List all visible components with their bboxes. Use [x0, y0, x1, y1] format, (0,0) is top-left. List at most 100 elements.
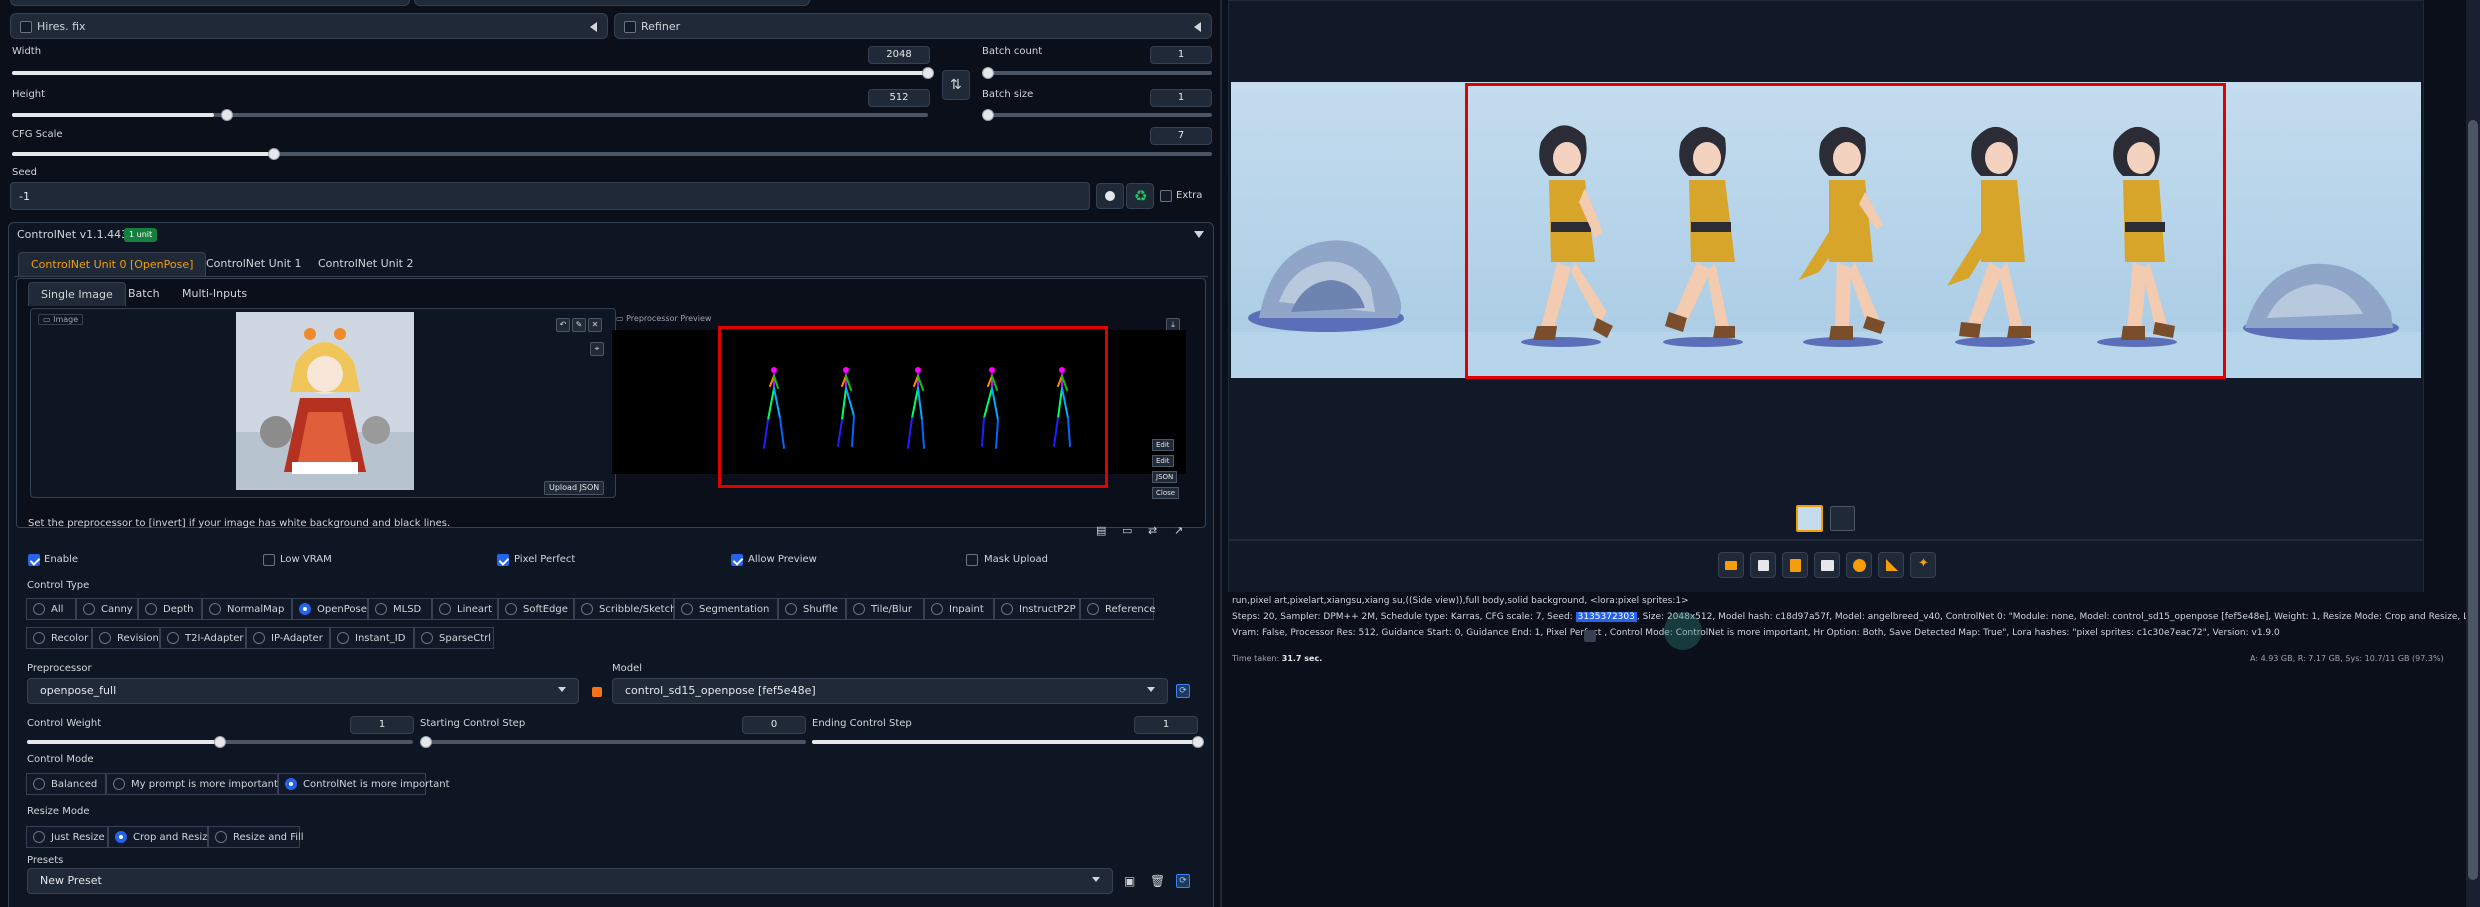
control-type-sparsectrl[interactable]: SparseCtrl [414, 627, 494, 649]
extra-seed-checkbox[interactable] [1160, 190, 1172, 202]
control-type-radio[interactable] [167, 632, 179, 644]
gallery-thumb-2[interactable] [1830, 506, 1855, 531]
height-slider[interactable] [12, 109, 928, 121]
preprocessor-select[interactable]: openpose_full [27, 678, 579, 704]
control-type-t2i-adapter[interactable]: T2I-Adapter [160, 627, 246, 649]
collapse-arrow-icon[interactable] [1194, 22, 1201, 32]
interrogate-button[interactable]: ✦ [1910, 552, 1936, 578]
tab-controlnet-unit-1[interactable]: ControlNet Unit 1 [194, 252, 313, 276]
control-type-radio[interactable] [1087, 603, 1099, 615]
batch-count-thumb[interactable] [982, 67, 994, 79]
gallery-thumb-1[interactable] [1796, 505, 1823, 532]
control-type-radio[interactable] [99, 632, 111, 644]
control-mode-my-prompt-is-more-important[interactable]: My prompt is more important [106, 773, 278, 795]
mask-upload-checkbox[interactable] [966, 554, 978, 566]
control-type-normalmap[interactable]: NormalMap [202, 598, 292, 620]
copy-icon[interactable] [1584, 630, 1596, 642]
control-mode-radio[interactable] [285, 778, 297, 790]
resize-mode-just-resize[interactable]: Just Resize [26, 826, 108, 848]
send-to-extras-button[interactable] [1878, 552, 1904, 578]
control-type-radio[interactable] [785, 603, 797, 615]
refiner-checkbox[interactable] [624, 21, 636, 33]
open-folder-button[interactable] [1718, 552, 1744, 578]
refiner-accordion[interactable]: Refiner [614, 13, 1212, 39]
control-mode-radio[interactable] [33, 778, 45, 790]
low-vram-checkbox[interactable] [263, 554, 275, 566]
control-type-radio[interactable] [83, 603, 95, 615]
resize-mode-resize-and-fill[interactable]: Resize and Fill [208, 826, 304, 848]
tab-single-image[interactable]: Single Image [28, 282, 126, 306]
batch-size-slider[interactable] [982, 109, 1212, 121]
preview-edit-button-2[interactable]: Edit [1152, 455, 1174, 467]
zip-button[interactable] [1782, 552, 1808, 578]
refresh-models-icon[interactable]: ⟳ [1176, 684, 1190, 698]
control-type-radio[interactable] [375, 603, 387, 615]
control-type-recolor[interactable]: Recolor [26, 627, 92, 649]
control-type-radio[interactable] [1001, 603, 1013, 615]
hires-fix-accordion[interactable]: Hires. fix [10, 13, 608, 39]
height-input[interactable]: 512 [868, 89, 930, 107]
control-mode-balanced[interactable]: Balanced [26, 773, 106, 795]
control-type-radio[interactable] [33, 632, 45, 644]
send-to-inpaint-button[interactable] [1846, 552, 1872, 578]
width-slider-thumb[interactable] [922, 67, 934, 79]
refresh-presets-icon[interactable]: ⟳ [1176, 874, 1190, 888]
batch-size-input[interactable]: 1 [1150, 89, 1212, 107]
batch-count-slider[interactable] [982, 67, 1212, 79]
control-type-radio[interactable] [581, 603, 593, 615]
batch-count-input[interactable]: 1 [1150, 46, 1212, 64]
control-type-radio[interactable] [931, 603, 943, 615]
cfg-slider-thumb[interactable] [268, 148, 280, 160]
resize-mode-radio[interactable] [33, 831, 45, 843]
control-type-instant-id[interactable]: Instant_ID [330, 627, 414, 649]
top-input-right[interactable] [414, 0, 810, 6]
control-type-tile-blur[interactable]: Tile/Blur [846, 598, 924, 620]
starting-step-input[interactable]: 0 [742, 716, 806, 734]
model-select[interactable]: control_sd15_openpose [fef5e48e] [612, 678, 1168, 704]
preview-close-button[interactable]: Close [1152, 487, 1180, 499]
resize-mode-radio[interactable] [215, 831, 227, 843]
allow-preview-checkbox[interactable] [731, 554, 743, 566]
control-type-mlsd[interactable]: MLSD [368, 598, 432, 620]
presets-select[interactable]: New Preset [27, 868, 1113, 894]
webcam-icon[interactable]: ▭ [1122, 524, 1132, 537]
enable-checkbox[interactable] [28, 554, 40, 566]
width-slider[interactable] [12, 67, 934, 79]
control-type-reference[interactable]: Reference [1080, 598, 1155, 620]
control-type-radio[interactable] [505, 603, 517, 615]
scrollbar-thumb[interactable] [2468, 120, 2478, 880]
control-type-radio[interactable] [421, 632, 433, 644]
control-type-lineart[interactable]: Lineart [432, 598, 498, 620]
control-mode-radio[interactable] [113, 778, 125, 790]
mirror-icon[interactable]: ⇄ [1148, 524, 1157, 537]
save-preset-icon[interactable]: ▣ [1124, 874, 1135, 888]
control-mode-controlnet-is-more-important[interactable]: ControlNet is more important [278, 773, 450, 795]
control-type-revision[interactable]: Revision [92, 627, 160, 649]
preview-json-button[interactable]: JSON [1152, 471, 1178, 483]
control-type-inpaint[interactable]: Inpaint [924, 598, 994, 620]
reuse-seed-button[interactable]: ♻ [1126, 183, 1154, 209]
control-type-radio[interactable] [145, 603, 157, 615]
control-weight-slider[interactable] [27, 736, 413, 748]
controlnet-collapse-icon[interactable] [1194, 231, 1204, 238]
ending-step-slider[interactable] [812, 736, 1204, 748]
width-input[interactable]: 2048 [868, 46, 930, 64]
close-icon[interactable]: ✕ [588, 318, 602, 332]
resize-mode-radio[interactable] [115, 831, 127, 843]
control-type-radio[interactable] [439, 603, 451, 615]
run-preprocessor-icon[interactable] [592, 687, 602, 697]
collapse-arrow-icon[interactable] [590, 22, 597, 32]
tab-batch[interactable]: Batch [116, 282, 172, 306]
top-input-left[interactable] [10, 0, 410, 6]
control-type-openpose[interactable]: OpenPose [292, 598, 368, 620]
control-type-radio[interactable] [337, 632, 349, 644]
ending-step-thumb[interactable] [1192, 736, 1204, 748]
cfg-input[interactable]: 7 [1150, 127, 1212, 145]
send-dimensions-icon[interactable]: ↗ [1174, 524, 1183, 537]
resize-mode-crop-and-resize[interactable]: Crop and Resize [108, 826, 214, 848]
save-button[interactable] [1750, 552, 1776, 578]
control-type-canny[interactable]: Canny [76, 598, 138, 620]
control-type-segmentation[interactable]: Segmentation [674, 598, 778, 620]
undo-icon[interactable]: ↶ [556, 318, 570, 332]
upload-json-button[interactable]: Upload JSON [544, 481, 605, 495]
